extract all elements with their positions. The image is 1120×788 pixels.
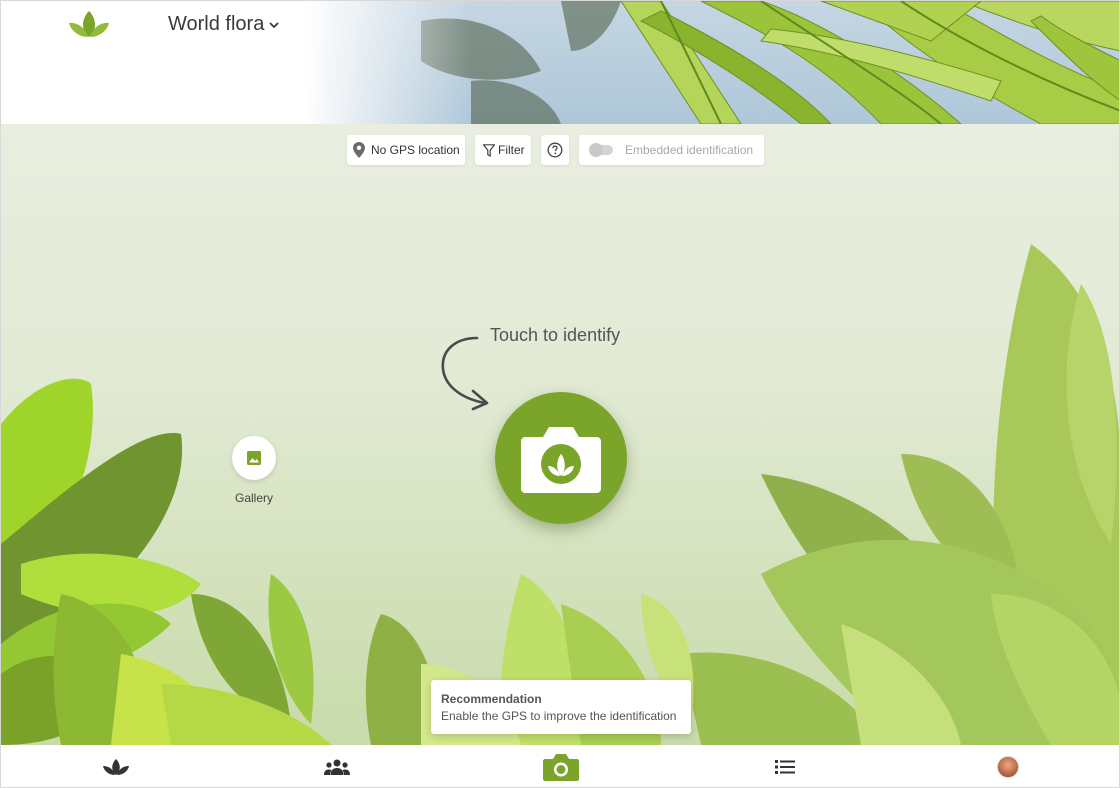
filter-label: Filter [498, 143, 525, 157]
nav-camera[interactable] [531, 745, 591, 787]
nav-list[interactable] [755, 745, 815, 787]
list-icon [775, 760, 795, 774]
plantnet-logo-icon[interactable] [67, 9, 111, 39]
curved-arrow-icon [441, 336, 489, 411]
filter-icon [483, 143, 495, 157]
touch-hint-text: Touch to identify [490, 325, 621, 345]
gallery-label: Gallery [234, 491, 273, 505]
avatar [997, 756, 1019, 778]
help-button[interactable] [541, 135, 569, 165]
header: World flora [1, 1, 1119, 124]
filter-button[interactable]: Filter [475, 135, 531, 165]
gallery-button[interactable] [232, 436, 276, 480]
app-window: World flora No GPS location Filter Embed… [0, 0, 1120, 788]
image-icon [247, 451, 261, 465]
toast-message: Enable the GPS to improve the identifica… [441, 709, 677, 723]
help-circle-icon [547, 142, 563, 158]
recommendation-toast[interactable]: Recommendation Enable the GPS to improve… [431, 680, 691, 734]
nav-profile[interactable] [978, 745, 1038, 787]
toast-title: Recommendation [441, 692, 542, 706]
bottom-navigation [1, 745, 1119, 787]
chevron-down-icon [269, 21, 279, 28]
nav-community[interactable] [307, 745, 367, 787]
gps-label: No GPS location [371, 143, 460, 157]
camera-icon [543, 754, 579, 781]
gps-location-button[interactable]: No GPS location [347, 135, 465, 165]
flora-selector[interactable]: World flora [168, 13, 280, 36]
toggle-switch[interactable] [589, 143, 613, 157]
people-icon [324, 759, 350, 775]
nav-identify[interactable] [86, 745, 146, 787]
camera-leaf-icon [521, 427, 601, 493]
embedded-identification-toggle[interactable]: Embedded identification [579, 135, 764, 165]
location-pin-icon [353, 142, 365, 158]
flora-name: World flora [168, 13, 265, 35]
camera-identify-button[interactable] [495, 392, 627, 524]
leaf-icon [103, 759, 129, 775]
toolbar: No GPS location Filter Embedded identifi… [1, 135, 1119, 165]
embedded-label: Embedded identification [625, 143, 754, 157]
